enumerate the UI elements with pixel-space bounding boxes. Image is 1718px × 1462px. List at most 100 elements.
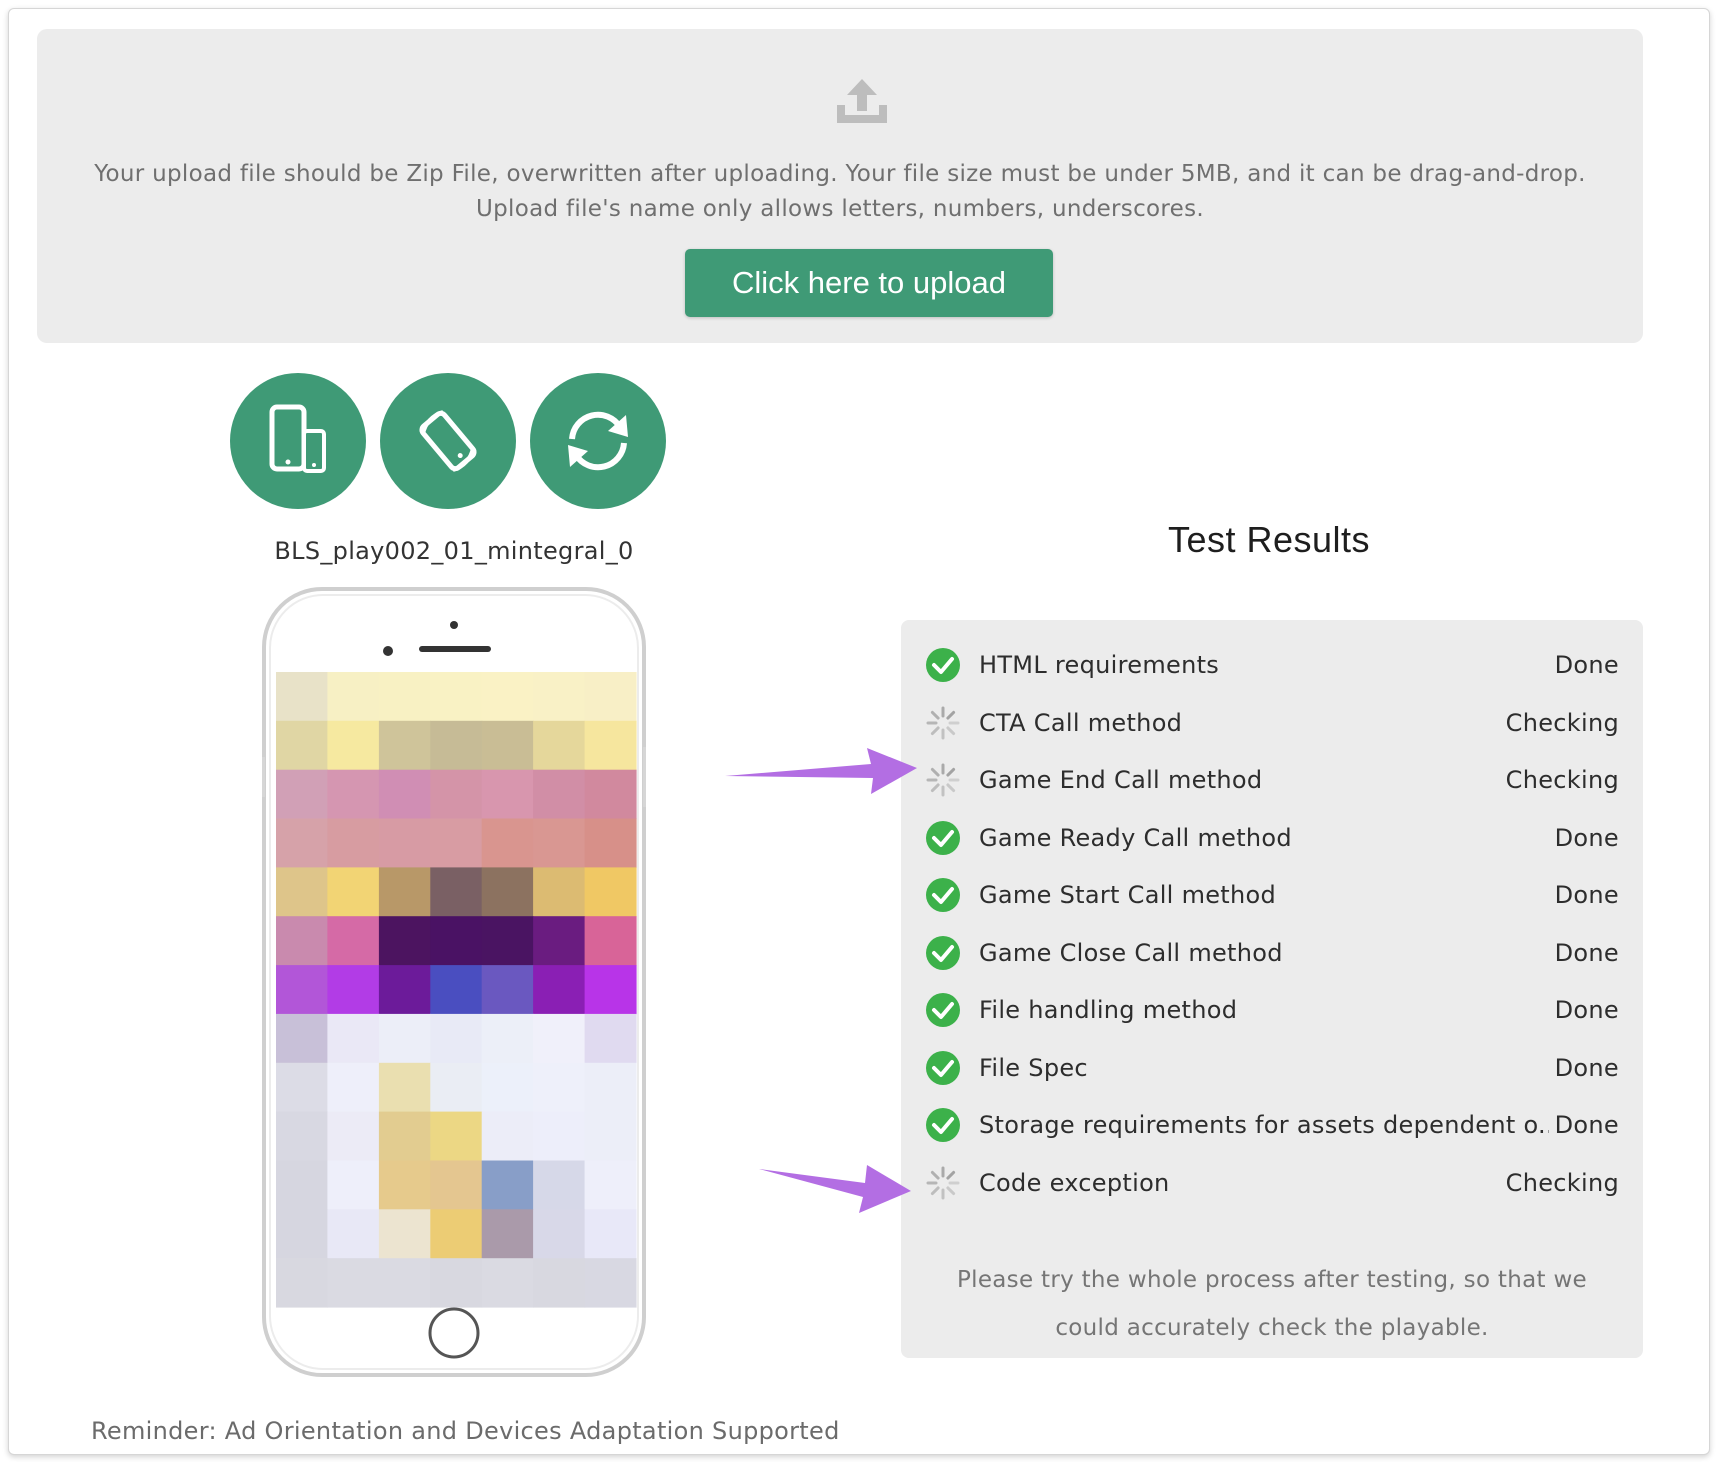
screen-pixel [481,916,534,966]
screen-pixel [481,867,534,917]
screen-pixel [276,1209,328,1259]
result-status: Done [1554,1053,1619,1082]
screen-pixel [584,1013,637,1064]
rotate-device-icon [419,410,477,472]
screen-pixel [533,867,586,917]
screen-pixel [481,1258,534,1308]
screen-pixel [327,818,380,868]
screen-pixel [327,965,380,1015]
result-row: File Spec Done [925,1045,1619,1091]
result-label: HTML requirements [979,651,1220,679]
screen-pixel [481,965,534,1015]
screen-pixel [584,916,637,966]
result-status: Done [1554,823,1619,852]
screen-pixel [533,1062,586,1113]
check-circle-icon [926,935,960,970]
screen-pixel [378,867,431,917]
rotate-device-button[interactable] [380,373,516,509]
refresh-icon [568,411,628,471]
screen-pixel [276,1160,328,1210]
screen-pixel [481,672,534,722]
result-label: Code exception [979,1168,1170,1197]
screen-pixel [533,916,586,966]
game-screen [276,672,637,1308]
check-circle-icon [926,878,960,912]
screen-pixel [276,965,328,1015]
screen-pixel [533,1013,586,1064]
result-status: Done [1554,1111,1619,1139]
result-row: CTA Call method Checking [925,700,1619,746]
screen-pixel [327,1258,380,1308]
screen-pixel [584,720,637,771]
screen-pixel [533,769,586,820]
screen-pixel [481,818,534,868]
screen-pixel [533,818,586,868]
result-status: Checking [1505,766,1619,794]
check-circle-icon [926,648,960,682]
phone-mockup [262,587,646,1377]
check-circle-icon [926,993,960,1027]
screen-pixel [584,965,637,1015]
annotation-arrow [725,748,917,794]
screen-pixel [430,818,483,868]
result-row: Code exception Checking [925,1160,1619,1206]
screen-pixel [327,672,380,722]
screen-pixel [481,1013,534,1064]
result-label: CTA Call method [979,708,1183,737]
screen-pixel [430,867,483,917]
screen-pixel [533,1160,586,1210]
refresh-button[interactable] [530,373,666,509]
screen-pixel [276,769,328,820]
screen-pixel [584,1062,637,1113]
screen-pixel [481,1209,534,1259]
screen-pixel [430,1111,483,1161]
screen-pixel [276,1062,328,1113]
screen-pixel [378,916,431,966]
screen-pixel [378,818,431,868]
screen-pixel [584,867,637,917]
screen-pixel [533,965,586,1015]
screen-pixel [378,672,431,722]
screen-pixel [533,720,586,771]
upload-icon [837,79,887,123]
screen-pixel [276,1111,328,1161]
screen-pixel [327,1111,380,1161]
screen-pixel [378,1062,431,1113]
screen-pixel [430,1209,483,1259]
file-name: BLS_play002_01_mintegral_0 [274,537,634,565]
result-row: Storage requirements for assets dependen… [925,1102,1619,1148]
screen-pixel [276,867,328,917]
upload-button[interactable]: Click here to upload [685,249,1053,317]
results-title: Test Results [1167,519,1371,560]
result-label: Game Close Call method [979,938,1283,967]
screen-pixel [378,1209,431,1259]
screen-pixel [430,720,483,771]
screen-pixel [584,769,637,820]
screen-pixel [378,720,431,771]
results-panel: HTML requirements Done CTA Call method Chec… [901,620,1643,1358]
screen-pixel [276,818,328,868]
upload-dropzone[interactable]: Your upload file should be Zip File, ove… [37,29,1643,343]
result-row: Game End Call method Checking [925,757,1619,803]
check-circle-icon [926,820,960,855]
screen-pixel [327,720,380,771]
screen-pixel [430,1258,483,1308]
result-row: Game Start Call method Done [925,872,1619,918]
result-label: Game Start Call method [979,881,1277,909]
screen-pixel [378,769,431,820]
spinner-icon [926,763,960,797]
screen-pixel [327,1160,380,1210]
result-row: Game Ready Call method Done [925,815,1619,861]
result-row: HTML requirements Done [925,642,1619,688]
result-label: File Spec [979,1053,1088,1082]
screen-pixel [481,769,534,820]
check-circle-icon [926,1108,960,1142]
result-label: Game End Call method [979,766,1263,794]
screen-pixel [327,916,380,966]
spinner-icon [926,1166,960,1199]
screen-pixel [276,1013,328,1064]
result-label: Storage requirements for assets dependen… [979,1111,1549,1139]
screen-pixel [276,720,328,771]
screen-pixel [327,1062,380,1113]
devices-button[interactable] [230,373,366,509]
